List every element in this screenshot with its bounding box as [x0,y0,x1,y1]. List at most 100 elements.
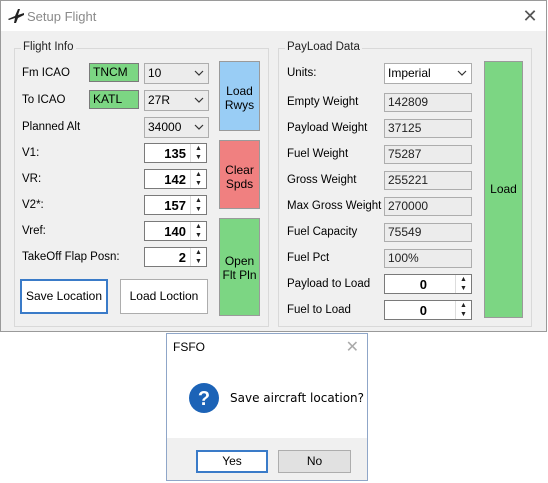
spin-up-icon[interactable]: ▲ [191,196,206,205]
v2-stepper[interactable]: 157 ▲ ▼ [144,195,207,215]
spin-down-icon[interactable]: ▼ [456,284,471,293]
open-flt-pln-button[interactable]: Open Flt Pln [219,218,260,316]
to-runway-value: 27R [148,93,171,107]
payload-to-load-value: 0 [419,277,427,292]
spin-down-icon[interactable]: ▼ [191,257,206,266]
v2-label: V2*: [22,199,44,211]
max-gross-weight-label: Max Gross Weight [287,200,382,212]
fm-runway-value: 10 [148,66,162,80]
chevron-down-icon [194,70,204,76]
spin-down-icon[interactable]: ▼ [191,205,206,214]
fuel-pct-label: Fuel Pct [287,252,330,264]
no-button[interactable]: No [278,450,351,473]
fuel-to-load-value: 0 [419,303,427,318]
spin-buttons: ▲ ▼ [190,196,206,214]
vref-value: 140 [164,224,186,239]
v1-value: 135 [164,146,186,161]
yes-button[interactable]: Yes [196,450,268,473]
flap-stepper[interactable]: 2 ▲ ▼ [144,247,207,267]
clear-spds-button[interactable]: Clear Spds [219,140,260,209]
flap-value: 2 [178,250,186,265]
vref-stepper[interactable]: 140 ▲ ▼ [144,221,207,241]
empty-weight-field: 142809 [384,93,472,112]
load-rwys-button[interactable]: Load Rwys [219,61,260,131]
spin-down-icon[interactable]: ▼ [191,153,206,162]
fm-icao-field[interactable]: TNCM [89,63,139,82]
spin-up-icon[interactable]: ▲ [191,144,206,153]
vr-stepper[interactable]: 142 ▲ ▼ [144,169,207,189]
payload-weight-field: 37125 [384,119,472,138]
payload-to-load-stepper[interactable]: 0 ▲ ▼ [384,274,472,294]
spin-buttons: ▲ ▼ [190,170,206,188]
units-value: Imperial [388,66,431,80]
spin-buttons: ▲ ▼ [455,275,471,293]
question-icon: ? [189,383,219,413]
confirm-dialog: FSFO ✕ ? Save aircraft location? Yes No [166,333,368,481]
fuel-capacity-field: 75549 [384,223,472,242]
v1-stepper[interactable]: 135 ▲ ▼ [144,143,207,163]
title-bar: Setup Flight ✕ [1,1,546,31]
spin-up-icon[interactable]: ▲ [456,301,471,310]
load-location-button[interactable]: Load Loction [120,279,208,314]
to-icao-label: To ICAO [22,94,66,106]
max-gross-weight-field: 270000 [384,197,472,216]
svg-text:?: ? [198,388,210,410]
setup-flight-window: Setup Flight ✕ Flight Info Fm ICAO TNCM … [0,0,547,332]
dialog-message: Save aircraft location? [230,391,365,405]
fuel-capacity-label: Fuel Capacity [287,226,358,238]
v1-label: V1: [22,147,40,159]
flap-label: TakeOff Flap Posn: [22,251,120,263]
load-rwys-line1: Load [226,84,253,98]
payload-to-load-label: Payload to Load [287,278,371,290]
vr-value: 142 [164,172,186,187]
empty-weight-label: Empty Weight [287,96,359,108]
window-title: Setup Flight [27,9,97,24]
units-label: Units: [287,67,317,79]
gross-weight-label: Gross Weight [287,174,357,186]
open-flt-pln-line1: Open [224,254,255,268]
v2-value: 157 [164,198,186,213]
planned-alt-value: 34000 [148,120,182,134]
planned-alt-label: Planned Alt [22,121,81,133]
close-icon[interactable]: ✕ [520,6,540,26]
spin-down-icon[interactable]: ▼ [191,179,206,188]
spin-buttons: ▲ ▼ [455,301,471,319]
units-select[interactable]: Imperial [384,63,472,84]
spin-buttons: ▲ ▼ [190,222,206,240]
spin-up-icon[interactable]: ▲ [191,170,206,179]
fuel-pct-field: 100% [384,249,472,268]
spin-up-icon[interactable]: ▲ [191,222,206,231]
fuel-to-load-stepper[interactable]: 0 ▲ ▼ [384,300,472,320]
vr-label: VR: [22,173,42,185]
load-payload-button[interactable]: Load [484,61,523,318]
airplane-icon [8,9,24,23]
chevron-down-icon [194,97,204,103]
save-location-button[interactable]: Save Location [20,279,108,314]
dialog-close-icon[interactable]: ✕ [346,337,359,357]
vref-label: Vref: [22,225,46,237]
planned-alt-select[interactable]: 34000 [144,117,209,138]
spin-up-icon[interactable]: ▲ [456,275,471,284]
spin-down-icon[interactable]: ▼ [191,231,206,240]
open-flt-pln-line2: Flt Pln [222,268,257,282]
fm-runway-select[interactable]: 10 [144,63,209,84]
clear-spds-line1: Clear [225,163,254,177]
dialog-footer: Yes No [167,438,367,480]
gross-weight-field: 255221 [384,171,472,190]
clear-spds-line2: Spds [225,177,254,191]
dialog-title: FSFO [173,340,205,354]
fuel-to-load-label: Fuel to Load [287,304,351,316]
flight-info-title: Flight Info [21,41,76,53]
spin-buttons: ▲ ▼ [190,248,206,266]
to-runway-select[interactable]: 27R [144,90,209,111]
to-icao-field[interactable]: KATL [89,90,139,109]
payload-weight-label: Payload Weight [287,122,368,134]
spin-up-icon[interactable]: ▲ [191,248,206,257]
load-rwys-line2: Rwys [224,98,255,112]
fuel-weight-label: Fuel Weight [287,148,349,160]
chevron-down-icon [457,70,467,76]
fm-icao-label: Fm ICAO [22,67,70,79]
spin-down-icon[interactable]: ▼ [456,310,471,319]
fuel-weight-field: 75287 [384,145,472,164]
chevron-down-icon [194,124,204,130]
